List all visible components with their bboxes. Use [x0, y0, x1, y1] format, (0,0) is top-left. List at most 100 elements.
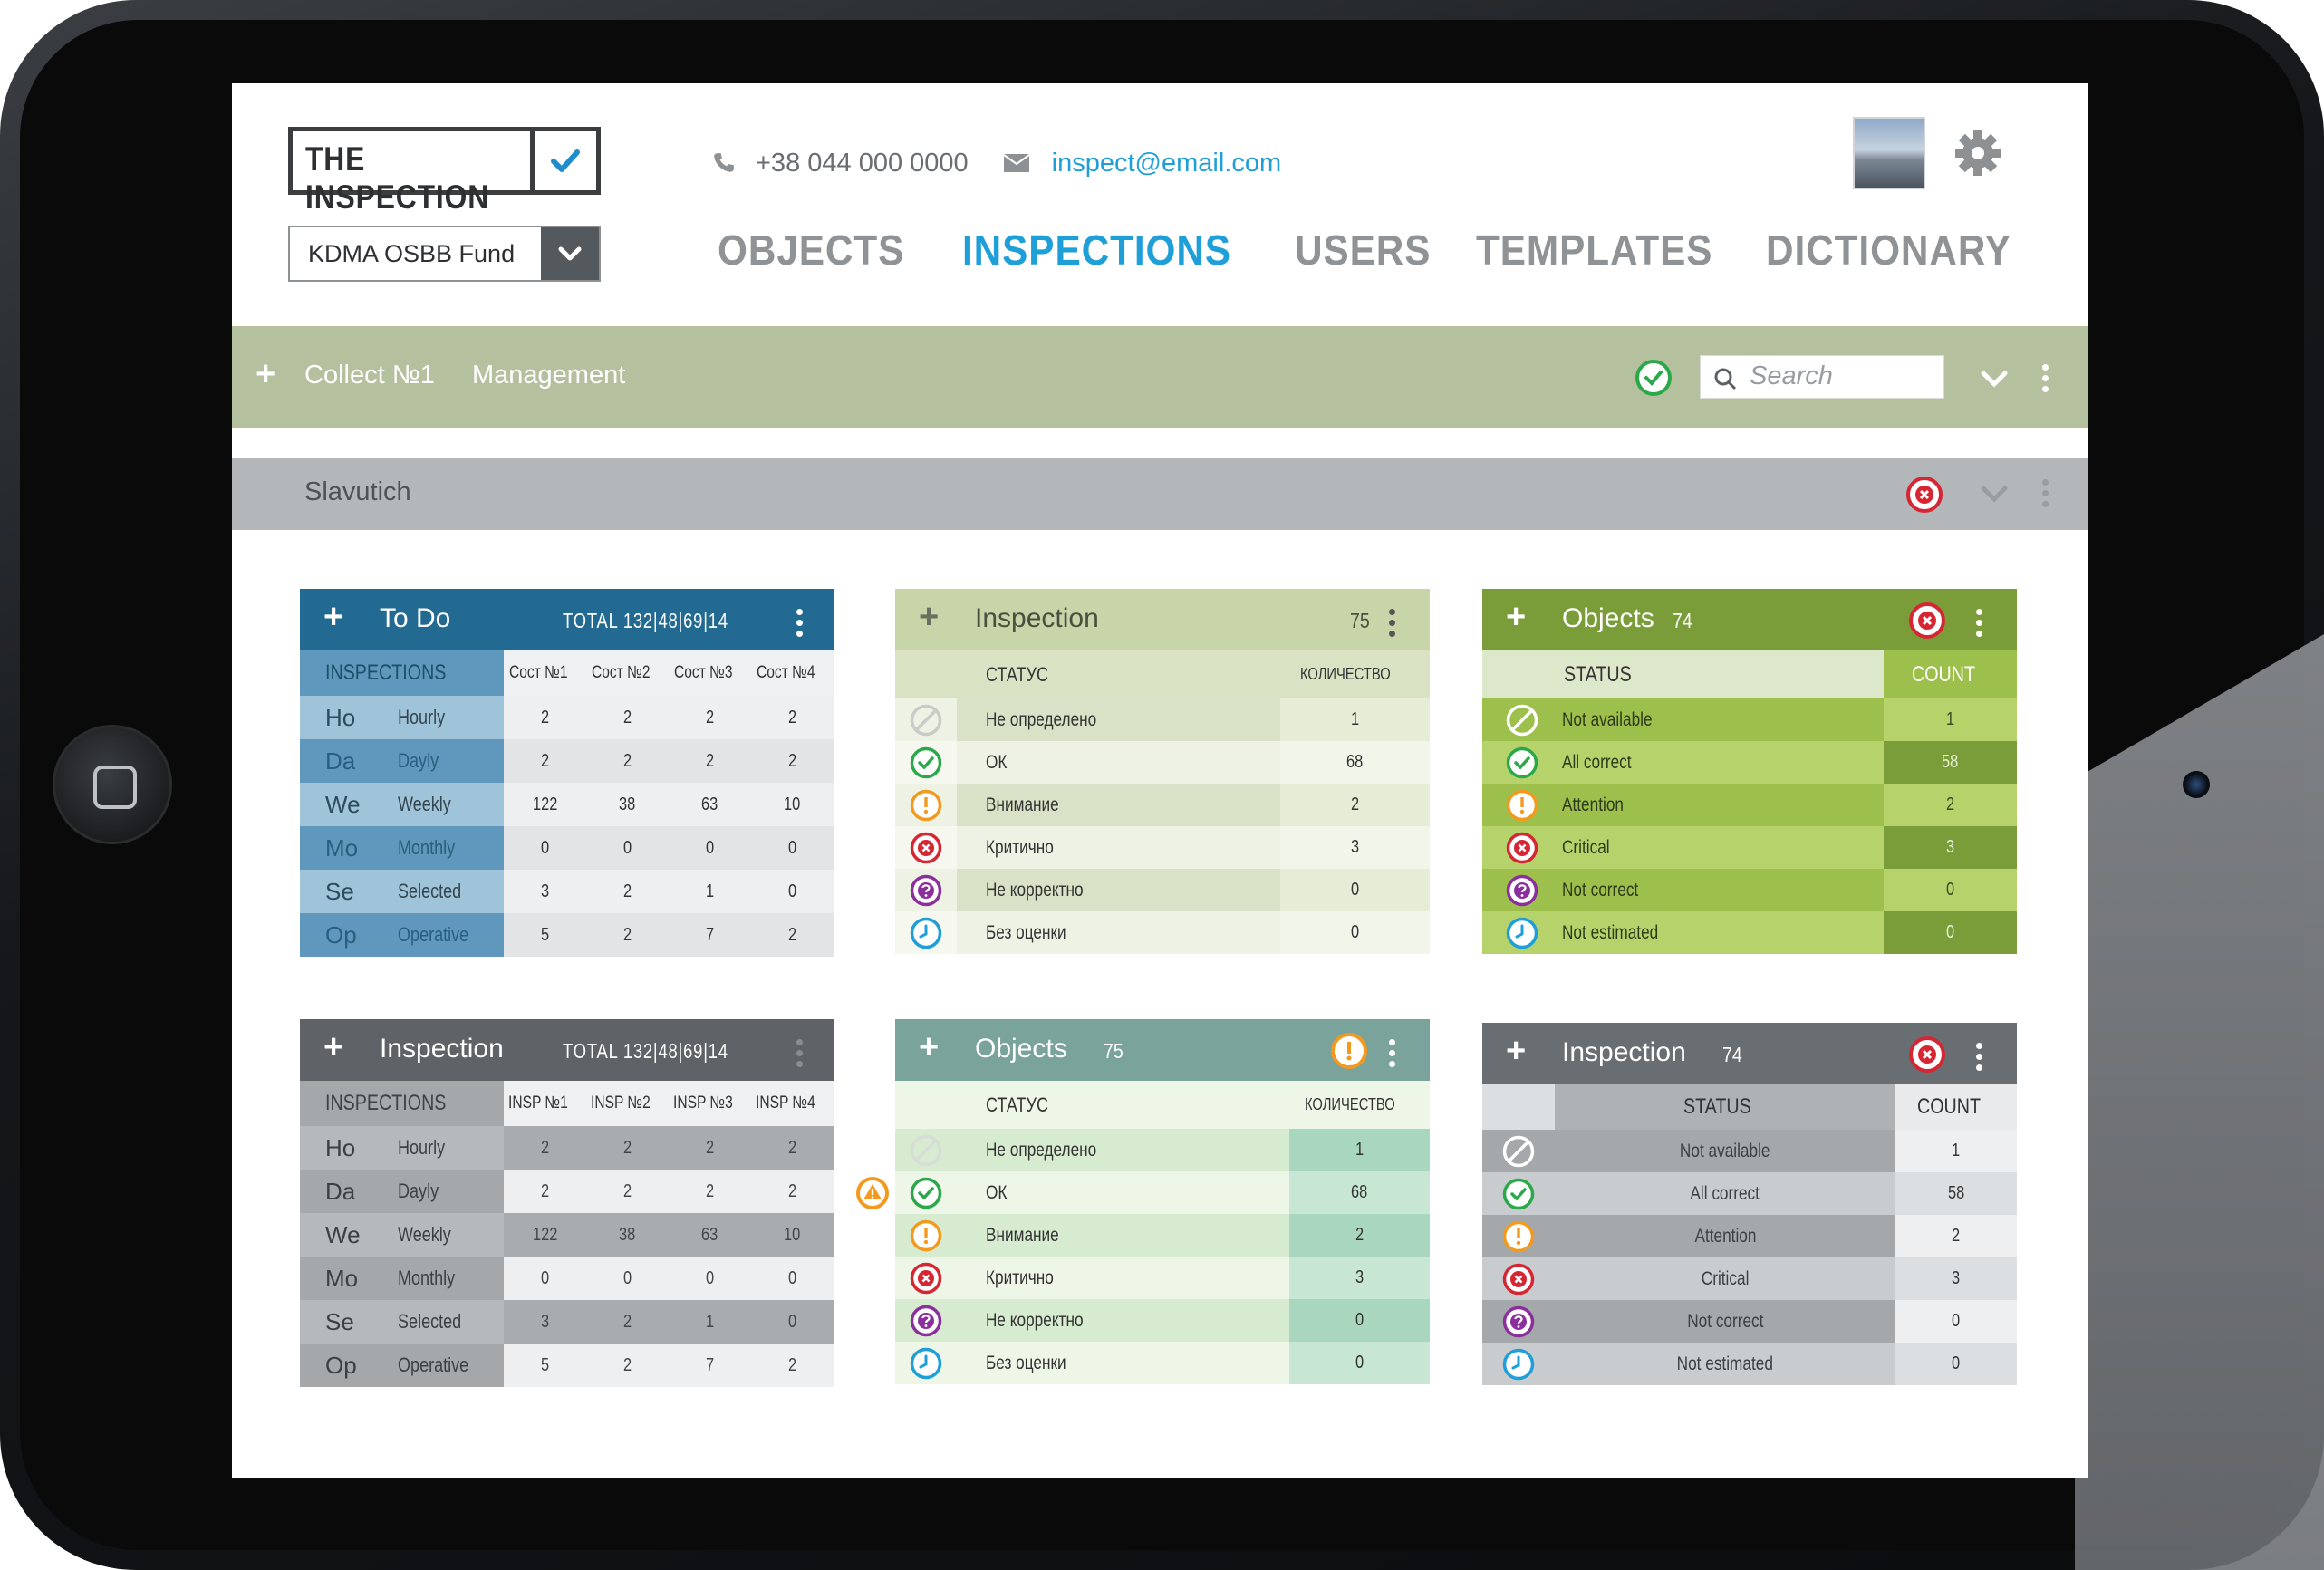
value-cell: 0 — [787, 837, 797, 858]
table-row[interactable]: ОК 68 — [895, 741, 1430, 784]
table-row[interactable]: Внимание 2 — [895, 784, 1430, 826]
gear-icon[interactable] — [1953, 129, 2002, 178]
mail-icon — [1003, 154, 1030, 172]
nav-users[interactable]: USERS — [1295, 226, 1461, 280]
group-title[interactable]: Slavutich — [304, 477, 411, 507]
chevron-down-icon[interactable] — [1979, 483, 2010, 505]
table-row[interactable]: Da Dayly 2 2 2 2 — [300, 1170, 834, 1213]
value-cell: 1 — [705, 1311, 715, 1332]
more-menu-icon[interactable] — [1389, 609, 1396, 641]
row-abbreviation: Op — [325, 920, 357, 949]
value-cell: 3 — [540, 881, 550, 901]
table-row[interactable]: Not correct 0 — [1482, 869, 2017, 911]
add-button[interactable]: + — [1506, 1032, 1526, 1071]
search-input[interactable]: Search — [1700, 355, 1944, 399]
table-row[interactable]: Критично 3 — [895, 1257, 1430, 1299]
user-avatar[interactable] — [1853, 117, 1925, 189]
table-row[interactable]: Не корректно 0 — [895, 1299, 1430, 1342]
more-menu-icon[interactable] — [1976, 609, 1983, 641]
more-menu-icon[interactable] — [796, 609, 804, 641]
collect-label[interactable]: Collect №1 — [304, 361, 435, 390]
status-count: 0 — [1289, 1299, 1430, 1342]
table-row[interactable]: We Weekly 122 38 63 10 — [300, 1213, 834, 1257]
table-row[interactable]: Не корректно 0 — [895, 869, 1430, 911]
table-row[interactable]: Not available 1 — [1482, 698, 2017, 741]
row-abbreviation: Da — [325, 746, 356, 775]
row-name: Weekly — [398, 1223, 451, 1246]
table-row[interactable]: ОК 68 — [895, 1171, 1430, 1214]
add-button[interactable]: + — [256, 355, 275, 394]
value-cell: 2 — [540, 1137, 550, 1158]
table-body: Не определено 1 ОК 68 Внимание 2 Критично 3 Не к… — [895, 698, 1430, 954]
fund-select-dropdown-button[interactable] — [541, 227, 599, 280]
table-row[interactable]: All correct 58 — [1482, 741, 2017, 784]
status-icon-cell — [895, 698, 957, 741]
table-row[interactable]: Без оценки 0 — [895, 1342, 1430, 1384]
more-menu-icon[interactable] — [2042, 364, 2049, 397]
nav-dictionary[interactable]: DICTIONARY — [1766, 226, 2011, 280]
more-menu-icon[interactable] — [2042, 479, 2049, 512]
status-label: Not correct — [1555, 1300, 1895, 1343]
critical-status-icon[interactable] — [1905, 476, 1943, 514]
status-count: 1 — [1289, 1129, 1430, 1171]
add-button[interactable]: + — [1506, 598, 1526, 637]
table-row[interactable]: Критично 3 — [895, 826, 1430, 869]
table-row[interactable]: Attention 2 — [1482, 784, 2017, 826]
table-row[interactable]: Op Operative 5 2 7 2 — [300, 1344, 834, 1387]
status-label: Attention — [1562, 784, 1884, 826]
status-icon-cell — [895, 1129, 957, 1171]
chevron-down-icon[interactable] — [1979, 368, 2010, 390]
table-row[interactable]: Not correct 0 — [1482, 1300, 2017, 1343]
attention-status-icon[interactable] — [1330, 1032, 1368, 1070]
home-button[interactable] — [53, 725, 172, 844]
email-link[interactable]: inspect@email.com — [1052, 149, 1281, 178]
value-cell: 0 — [622, 1267, 632, 1288]
table-row[interactable]: Не определено 1 — [895, 698, 1430, 741]
add-button[interactable]: + — [919, 598, 939, 637]
table-row[interactable]: Attention 2 — [1482, 1215, 2017, 1257]
check-status-icon[interactable] — [1635, 359, 1673, 397]
table-row[interactable]: Ho Hourly 2 2 2 2 — [300, 696, 834, 739]
critical-status-icon[interactable] — [1908, 1035, 1946, 1074]
table-row[interactable]: We Weekly 122 38 63 10 — [300, 783, 834, 826]
value-cell: 2 — [540, 707, 550, 727]
table-row[interactable]: Op Operative 5 2 7 2 — [300, 913, 834, 957]
table-row[interactable]: Mo Monthly 0 0 0 0 — [300, 1257, 834, 1300]
fund-select[interactable]: KDMA OSBB Fund — [288, 226, 601, 282]
table-row[interactable]: Ho Hourly 2 2 2 2 — [300, 1126, 834, 1170]
more-menu-icon[interactable] — [1389, 1039, 1396, 1072]
status-icon-cell — [895, 1257, 957, 1299]
add-button[interactable]: + — [919, 1028, 939, 1067]
add-button[interactable]: + — [323, 598, 343, 637]
critical-status-icon[interactable] — [1908, 602, 1946, 640]
table-row[interactable]: Se Selected 3 2 1 0 — [300, 1300, 834, 1344]
add-button[interactable]: + — [323, 1028, 343, 1067]
table-row[interactable]: Not available 1 — [1482, 1130, 2017, 1172]
table-row[interactable]: Se Selected 3 2 1 0 — [300, 870, 834, 913]
nav-templates[interactable]: TEMPLATES — [1476, 226, 1742, 280]
more-menu-icon[interactable] — [796, 1039, 804, 1072]
nav-objects[interactable]: OBJECTS — [718, 226, 942, 280]
more-menu-icon[interactable] — [1976, 1043, 1983, 1075]
table-row[interactable]: Critical 3 — [1482, 826, 2017, 869]
table-row[interactable]: Внимание 2 — [895, 1214, 1430, 1257]
table-row[interactable]: Critical 3 — [1482, 1257, 2017, 1300]
table-row[interactable]: Not estimated 0 — [1482, 911, 2017, 954]
status-icon-cell — [895, 784, 957, 826]
column-header: INSP №4 — [756, 1093, 816, 1112]
table-row[interactable]: Без оценки 0 — [895, 911, 1430, 954]
status-icon-cell — [895, 911, 957, 954]
table-row[interactable]: Mo Monthly 0 0 0 0 — [300, 826, 834, 870]
management-label[interactable]: Management — [472, 361, 625, 390]
table-row[interactable]: Not estimated 0 — [1482, 1343, 2017, 1385]
table-row[interactable]: Не определено 1 — [895, 1129, 1430, 1171]
status-icon-cell — [1482, 698, 1562, 741]
device-frame: THE INSPECTION KDMA OSBB Fund +38 044 00… — [0, 0, 2324, 1570]
app-logo[interactable]: THE INSPECTION — [288, 127, 601, 216]
table-row[interactable]: All correct 58 — [1482, 1172, 2017, 1215]
table-row[interactable]: Da Dayly 2 2 2 2 — [300, 739, 834, 783]
status-icon-cell — [895, 826, 957, 869]
status-count: 0 — [1280, 911, 1430, 954]
nav-inspections[interactable]: INSPECTIONS — [962, 226, 1268, 280]
warning-triangle-icon[interactable] — [855, 1176, 890, 1210]
